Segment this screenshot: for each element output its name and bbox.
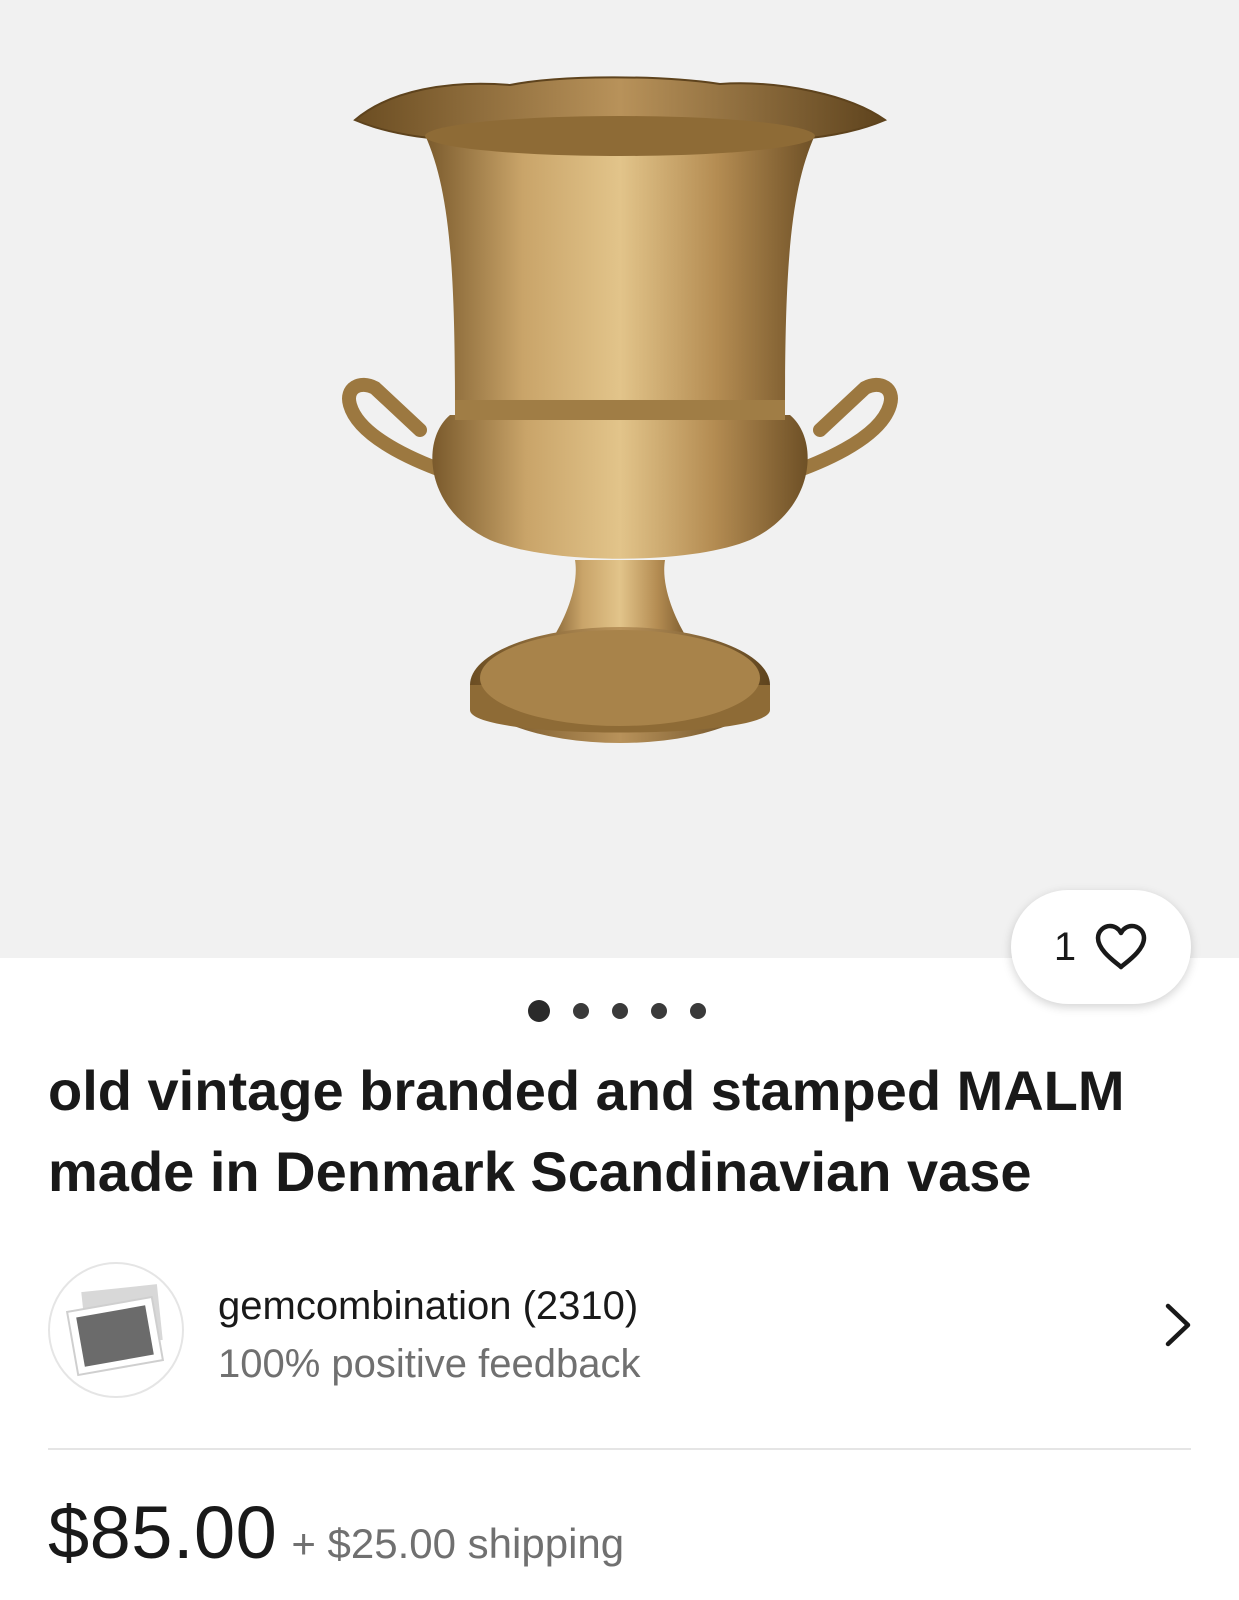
pagination-dot[interactable]: [611, 1003, 628, 1019]
listing-title: old vintage branded and stamped MALM mad…: [48, 1059, 1125, 1203]
price-row: $85.00 + $25.00 shipping: [48, 1490, 624, 1575]
pagination-dot[interactable]: [572, 1003, 589, 1019]
shipping-cost: + $25.00 shipping: [291, 1520, 625, 1567]
watch-count: 1: [1053, 924, 1077, 969]
product-image[interactable]: [330, 70, 910, 790]
heart-icon: [1095, 923, 1147, 970]
watch-button[interactable]: 1: [1011, 890, 1191, 1004]
seller-feedback: 100% positive feedback: [218, 1342, 641, 1386]
chevron-right-icon[interactable]: [1158, 1298, 1198, 1352]
divider: [48, 1448, 1191, 1450]
photo-placeholder-icon: [65, 1284, 165, 1377]
image-gallery[interactable]: 1: [0, 0, 1239, 1004]
pagination-dot-active[interactable]: [527, 1000, 550, 1022]
pagination-dot[interactable]: [650, 1003, 667, 1019]
avatar: [48, 1262, 184, 1398]
seller-name[interactable]: gemcombination (2310): [218, 1284, 638, 1329]
pagination-dot[interactable]: [689, 1003, 706, 1019]
seller-card[interactable]: gemcombination (2310) 100% positive feed…: [48, 1262, 1198, 1402]
price: $85.00: [48, 1491, 278, 1574]
image-pagination[interactable]: [0, 1000, 1239, 1022]
